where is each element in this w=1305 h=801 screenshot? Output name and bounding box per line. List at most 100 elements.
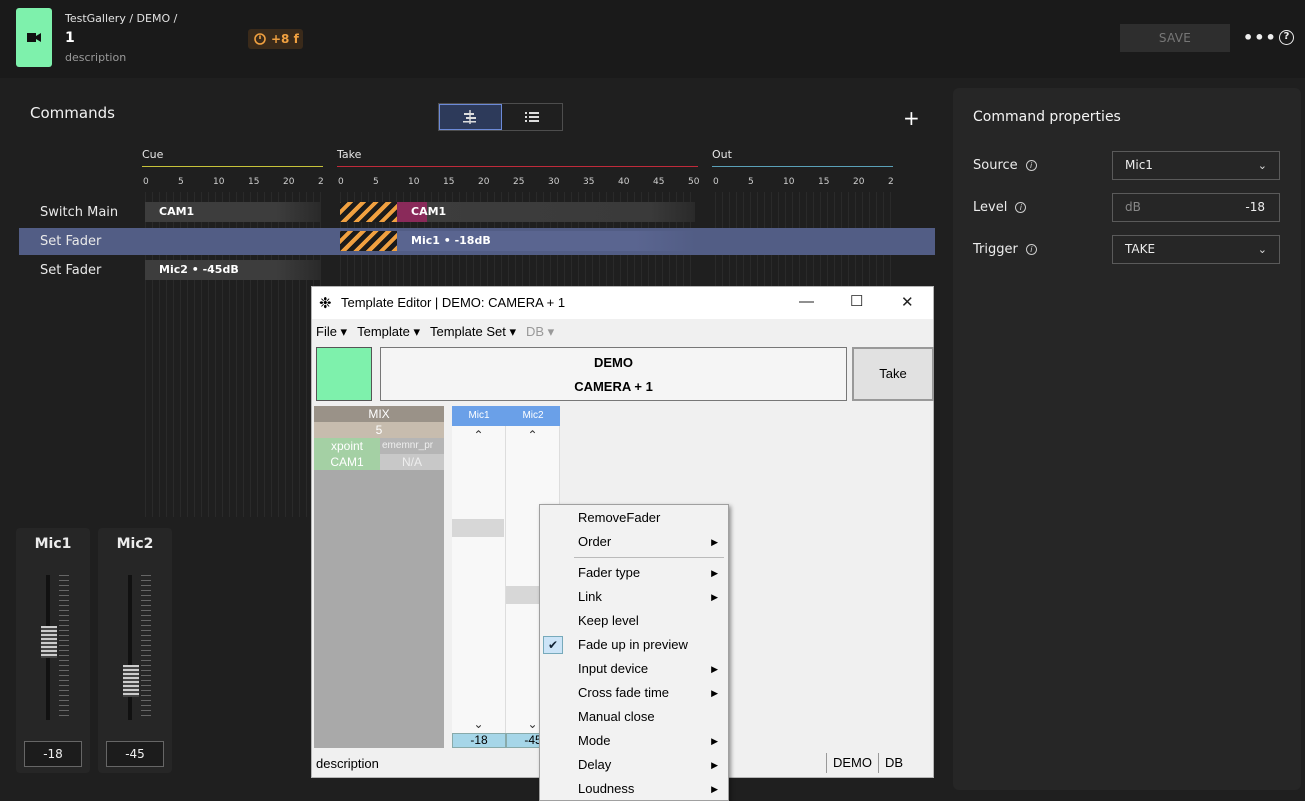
maximize-icon[interactable]: ☐ [850, 292, 863, 310]
command-row-label[interactable]: Switch Main [40, 205, 118, 220]
template-name: CAMERA + 1 [574, 379, 653, 394]
command-row-label[interactable]: Set Fader [40, 234, 101, 249]
xpoint-value[interactable]: ememnr_pr [380, 438, 444, 454]
menu-item-label: Delay [578, 757, 612, 772]
ruler-tick: 50 [688, 177, 700, 187]
info-icon[interactable]: i [1025, 244, 1037, 255]
list-view-button[interactable] [502, 104, 563, 130]
ruler-tick: 2 [318, 177, 324, 187]
close-icon[interactable]: ✕ [901, 293, 914, 311]
take-delay-hatch [340, 202, 397, 222]
menu-item-manual-close[interactable]: Manual close [540, 705, 728, 729]
menu-bar: File ▾ Template ▾ Template Set ▾ DB ▾ [312, 319, 933, 345]
cam-value[interactable]: N/A [380, 454, 444, 470]
phase-cue-line [142, 166, 323, 167]
ruler-tick: 20 [478, 177, 490, 187]
menu-item-link[interactable]: Link ▶ [540, 585, 728, 609]
ruler-tick: 15 [248, 177, 260, 187]
xpoint-label: xpoint [314, 438, 380, 454]
fader-value[interactable]: -18 [24, 741, 82, 767]
more-options-icon[interactable]: ••• [1243, 28, 1277, 47]
minimize-icon[interactable]: — [799, 293, 814, 310]
window-titlebar[interactable]: ❉ Template Editor | DEMO: CAMERA + 1 — ☐… [312, 287, 933, 319]
trigger-select[interactable]: TAKE ⌄ [1112, 235, 1280, 264]
command-row-label[interactable]: Set Fader [40, 263, 101, 278]
menu-item-cross-fade-time[interactable]: Cross fade time ▶ [540, 681, 728, 705]
info-icon[interactable]: i [1025, 160, 1037, 171]
ruler-tick: 20 [853, 177, 865, 187]
fader-value-mic1[interactable]: -18 [452, 733, 506, 748]
phase-out-label: Out [712, 148, 732, 161]
fader-mic2: Mic2 -45 [98, 528, 172, 773]
level-label: Level i [973, 200, 1027, 215]
set-fader-take-bar[interactable]: Mic1 • -18dB [397, 231, 695, 251]
menu-item-loudness[interactable]: Loudness ▶ [540, 777, 728, 801]
phase-cue-label: Cue [142, 148, 164, 161]
mix-row: CAM1 N/A [314, 454, 444, 470]
trigger-label-text: Trigger [973, 242, 1018, 257]
take-button[interactable]: Take [852, 347, 934, 401]
menu-item-fade-up-in-preview[interactable]: ✔ Fade up in preview [540, 633, 728, 657]
ruler-tick: 35 [583, 177, 595, 187]
phase-take-label: Take [337, 148, 362, 161]
set-fader-cue-bar[interactable]: Mic2 • -45dB [145, 260, 320, 280]
chevron-up-icon[interactable]: ⌃ [452, 428, 505, 442]
ruler-tick: 10 [783, 177, 795, 187]
menu-item-label: Fade up in preview [578, 637, 688, 652]
fader-thumb[interactable] [452, 519, 504, 537]
help-icon[interactable]: ? [1279, 30, 1294, 45]
fader-knob[interactable] [123, 665, 139, 698]
checkmark-icon: ✔ [543, 636, 563, 654]
submenu-arrow-icon: ▶ [711, 537, 718, 547]
add-command-button[interactable]: + [903, 106, 920, 130]
timeline-view-button[interactable] [439, 104, 502, 130]
menu-item-keep-level[interactable]: Keep level [540, 609, 728, 633]
mix-panel: MIX 5 xpoint ememnr_pr CAM1 N/A [314, 406, 444, 748]
menu-db[interactable]: DB ▾ [526, 324, 554, 340]
chevron-down-icon[interactable]: ⌄ [452, 717, 505, 731]
timer-icon [254, 33, 266, 45]
menu-template[interactable]: Template ▾ [357, 324, 420, 340]
status-description: description [316, 756, 379, 771]
menu-item-label: Cross fade time [578, 685, 670, 700]
ruler-tick: 20 [283, 177, 295, 187]
switch-main-take-bar[interactable]: CAM1 [397, 202, 695, 222]
menu-item-order[interactable]: Order ▶ [540, 530, 728, 554]
duration-badge: +8 f [248, 29, 303, 49]
fader-strip-mic1[interactable]: ⌃ ⌄ [452, 426, 506, 733]
take-delay-hatch [340, 231, 397, 251]
switch-main-cue-bar[interactable]: CAM1 [145, 202, 320, 222]
menu-template-set[interactable]: Template Set ▾ [430, 324, 516, 340]
fader-knob[interactable] [41, 625, 57, 658]
menu-file[interactable]: File ▾ [316, 324, 347, 340]
menu-item-label: Loudness [578, 781, 635, 796]
fader-tab-mic1[interactable]: Mic1 [452, 406, 506, 426]
menu-item-delay[interactable]: Delay ▶ [540, 753, 728, 777]
breadcrumb[interactable]: TestGallery / DEMO / [65, 12, 177, 25]
menu-separator [574, 557, 724, 558]
ruler-tick: 0 [338, 177, 344, 187]
fader-mic1: Mic1 -18 [16, 528, 90, 773]
template-tile[interactable] [16, 8, 52, 67]
template-header: DEMO CAMERA + 1 Take [316, 347, 934, 402]
menu-item-label: Link [578, 589, 602, 604]
template-color-swatch[interactable] [316, 347, 372, 401]
info-icon[interactable]: i [1015, 202, 1027, 213]
save-button[interactable]: SAVE [1120, 24, 1230, 52]
menu-item-label: Keep level [578, 613, 639, 628]
menu-item-input-device[interactable]: Input device ▶ [540, 657, 728, 681]
menu-item-mode[interactable]: Mode ▶ [540, 729, 728, 753]
props-title: Command properties [973, 109, 1121, 125]
level-input[interactable]: dB -18 [1112, 193, 1280, 222]
cam-label: CAM1 [314, 454, 380, 470]
menu-item-fader-type[interactable]: Fader type ▶ [540, 561, 728, 585]
chevron-down-icon: ⌄ [1257, 159, 1267, 172]
commands-title: Commands [30, 104, 115, 122]
chevron-up-icon[interactable]: ⌃ [506, 428, 559, 442]
fader-value[interactable]: -45 [106, 741, 164, 767]
menu-item-removefader[interactable]: RemoveFader [540, 506, 728, 530]
source-select[interactable]: Mic1 ⌄ [1112, 151, 1280, 180]
fader-scale [59, 575, 69, 720]
fader-tab-mic2[interactable]: Mic2 [506, 406, 560, 426]
template-name-box[interactable]: DEMO CAMERA + 1 [380, 347, 847, 401]
